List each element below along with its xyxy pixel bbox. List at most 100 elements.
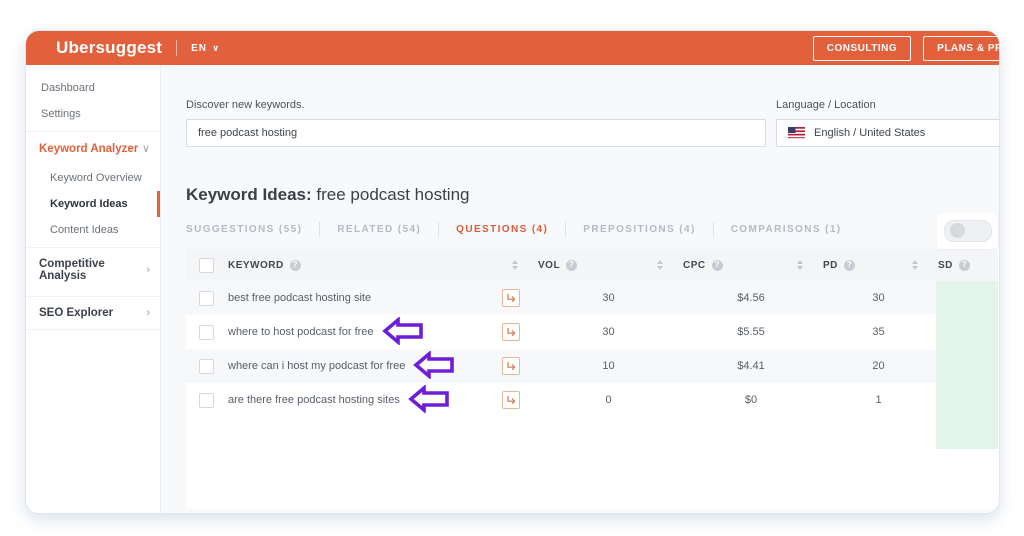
search-section: Discover new keywords. Language / Locati…	[186, 99, 999, 147]
pd-cell: 20	[872, 360, 885, 372]
info-icon[interactable]: ?	[843, 259, 855, 271]
top-navbar: Ubersuggest EN ∨ CONSULTING PLANS & PRIC…	[26, 31, 999, 65]
row-checkbox[interactable]	[198, 392, 214, 408]
annotation-arrow-left-icon	[381, 317, 423, 345]
consulting-button[interactable]: CONSULTING	[812, 35, 912, 61]
topbar-buttons: CONSULTING PLANS & PRICING	[812, 35, 999, 61]
row-checkbox[interactable]	[198, 358, 214, 374]
info-icon[interactable]: ?	[289, 259, 301, 271]
sidebar-group-competitive-analysis[interactable]: Competitive Analysis ›	[26, 247, 160, 292]
sd-cell	[936, 349, 999, 383]
sort-pd-button[interactable]	[912, 260, 919, 270]
keyword-table: KEYWORD ? VOL ? CPC ? PD ? SD ? best fre…	[186, 249, 999, 449]
keyword-search-input[interactable]	[186, 119, 766, 147]
table-row: where to host podcast for free 30 $5.55 …	[186, 315, 999, 349]
chevron-right-icon: ›	[146, 307, 150, 319]
topbar-divider	[176, 40, 178, 56]
info-icon[interactable]: ?	[958, 259, 970, 271]
open-keyword-button[interactable]	[502, 323, 520, 341]
keyword-table-container: KEYWORD ? VOL ? CPC ? PD ? SD ? best fre…	[186, 249, 999, 509]
tab-suggestions[interactable]: SUGGESTIONS (55)	[186, 222, 319, 237]
column-header-vol: VOL	[538, 259, 561, 271]
pd-cell: 35	[872, 326, 885, 338]
enter-arrow-icon	[507, 362, 516, 371]
vol-cell: 0	[605, 394, 612, 406]
tab-questions[interactable]: QUESTIONS (4)	[438, 222, 565, 237]
info-icon[interactable]: ?	[566, 259, 578, 271]
annotation-arrow-left-icon	[413, 351, 455, 379]
column-header-sd: SD	[938, 259, 953, 271]
plans-pricing-button[interactable]: PLANS & PRICING	[923, 35, 999, 61]
chevron-right-icon: ›	[146, 264, 150, 276]
tab-comparisons[interactable]: COMPARISONS (1)	[712, 222, 859, 237]
page-title: Keyword Ideas: free podcast hosting	[186, 185, 999, 205]
keyword-cell[interactable]: where can i host my podcast for free	[228, 360, 405, 372]
tab-related[interactable]: RELATED (54)	[319, 222, 438, 237]
sidebar-item-settings[interactable]: Settings	[26, 101, 160, 127]
language-location-label: Language / Location	[776, 99, 876, 111]
table-row: best free podcast hosting site 30 $4.56 …	[186, 281, 999, 315]
sort-vol-button[interactable]	[657, 260, 664, 270]
open-keyword-button[interactable]	[502, 357, 520, 375]
sidebar-group-label: Competitive Analysis	[39, 258, 105, 282]
search-label: Discover new keywords.	[186, 99, 305, 111]
sidebar-item-dashboard[interactable]: Dashboard	[26, 75, 160, 101]
row-checkbox[interactable]	[198, 324, 214, 340]
sd-cell	[936, 315, 999, 349]
sidebar-group-keyword-analyzer[interactable]: Keyword Analyzer ∨	[26, 131, 160, 165]
pd-cell: 1	[875, 394, 882, 406]
cpc-cell: $5.55	[737, 326, 765, 338]
info-icon[interactable]: ?	[711, 259, 723, 271]
cpc-cell: $0	[744, 394, 758, 406]
row-checkbox[interactable]	[198, 290, 214, 306]
sidebar-group-seo-explorer[interactable]: SEO Explorer ›	[26, 296, 160, 330]
language-location-value: English / United States	[814, 127, 926, 139]
keyword-tabs: SUGGESTIONS (55) RELATED (54) QUESTIONS …	[186, 222, 999, 237]
keyword-cell[interactable]: best free podcast hosting site	[228, 292, 371, 304]
enter-arrow-icon	[507, 294, 516, 303]
main-content: Discover new keywords. Language / Locati…	[161, 65, 999, 513]
view-toggle-switch[interactable]	[944, 220, 992, 242]
brand-logo[interactable]: Ubersuggest	[56, 38, 162, 58]
toggle-container	[937, 213, 997, 249]
sort-cpc-button[interactable]	[797, 260, 804, 270]
sidebar-item-content-ideas[interactable]: Content Ideas	[26, 217, 160, 243]
sd-cell	[936, 281, 999, 315]
cpc-cell: $4.56	[737, 292, 765, 304]
column-header-keyword: KEYWORD	[228, 259, 284, 271]
page-title-keyword: free podcast hosting	[316, 185, 470, 204]
tab-prepositions[interactable]: PREPOSITIONS (4)	[565, 222, 712, 237]
toggle-knob	[950, 223, 965, 238]
table-header-row: KEYWORD ? VOL ? CPC ? PD ? SD ?	[186, 249, 999, 281]
language-dropdown[interactable]: EN ∨	[191, 43, 220, 54]
vol-cell: 10	[602, 360, 615, 372]
app-window: Ubersuggest EN ∨ CONSULTING PLANS & PRIC…	[25, 30, 1000, 514]
table-spacer-row	[186, 417, 999, 449]
keyword-cell[interactable]: are there free podcast hosting sites	[228, 394, 400, 406]
chevron-down-icon: ∨	[141, 143, 150, 155]
chevron-down-icon: ∨	[212, 43, 221, 53]
table-row: where can i host my podcast for free 10 …	[186, 349, 999, 383]
language-code: EN	[191, 42, 208, 54]
enter-arrow-icon	[507, 328, 516, 337]
pd-cell: 30	[872, 292, 885, 304]
column-header-cpc: CPC	[683, 259, 706, 271]
sidebar-group-label: SEO Explorer	[39, 307, 114, 319]
select-all-checkbox[interactable]	[198, 257, 214, 273]
vol-cell: 30	[602, 292, 615, 304]
enter-arrow-icon	[507, 396, 516, 405]
sidebar-item-keyword-ideas[interactable]: Keyword Ideas	[26, 191, 160, 217]
annotation-arrow-left-icon	[408, 385, 449, 413]
page-title-prefix: Keyword Ideas:	[186, 185, 312, 204]
keyword-cell[interactable]: where to host podcast for free	[228, 326, 374, 338]
sort-keyword-button[interactable]	[512, 260, 519, 270]
sidebar: Dashboard Settings Keyword Analyzer ∨ Ke…	[26, 65, 161, 513]
sidebar-item-keyword-overview[interactable]: Keyword Overview	[26, 165, 160, 191]
open-keyword-button[interactable]	[502, 391, 520, 409]
sd-cell	[936, 417, 999, 449]
cpc-cell: $4.41	[737, 360, 765, 372]
column-header-pd: PD	[823, 259, 838, 271]
language-location-select[interactable]: English / United States	[776, 119, 999, 147]
table-row: are there free podcast hosting sites 0 $…	[186, 383, 999, 417]
open-keyword-button[interactable]	[502, 289, 520, 307]
